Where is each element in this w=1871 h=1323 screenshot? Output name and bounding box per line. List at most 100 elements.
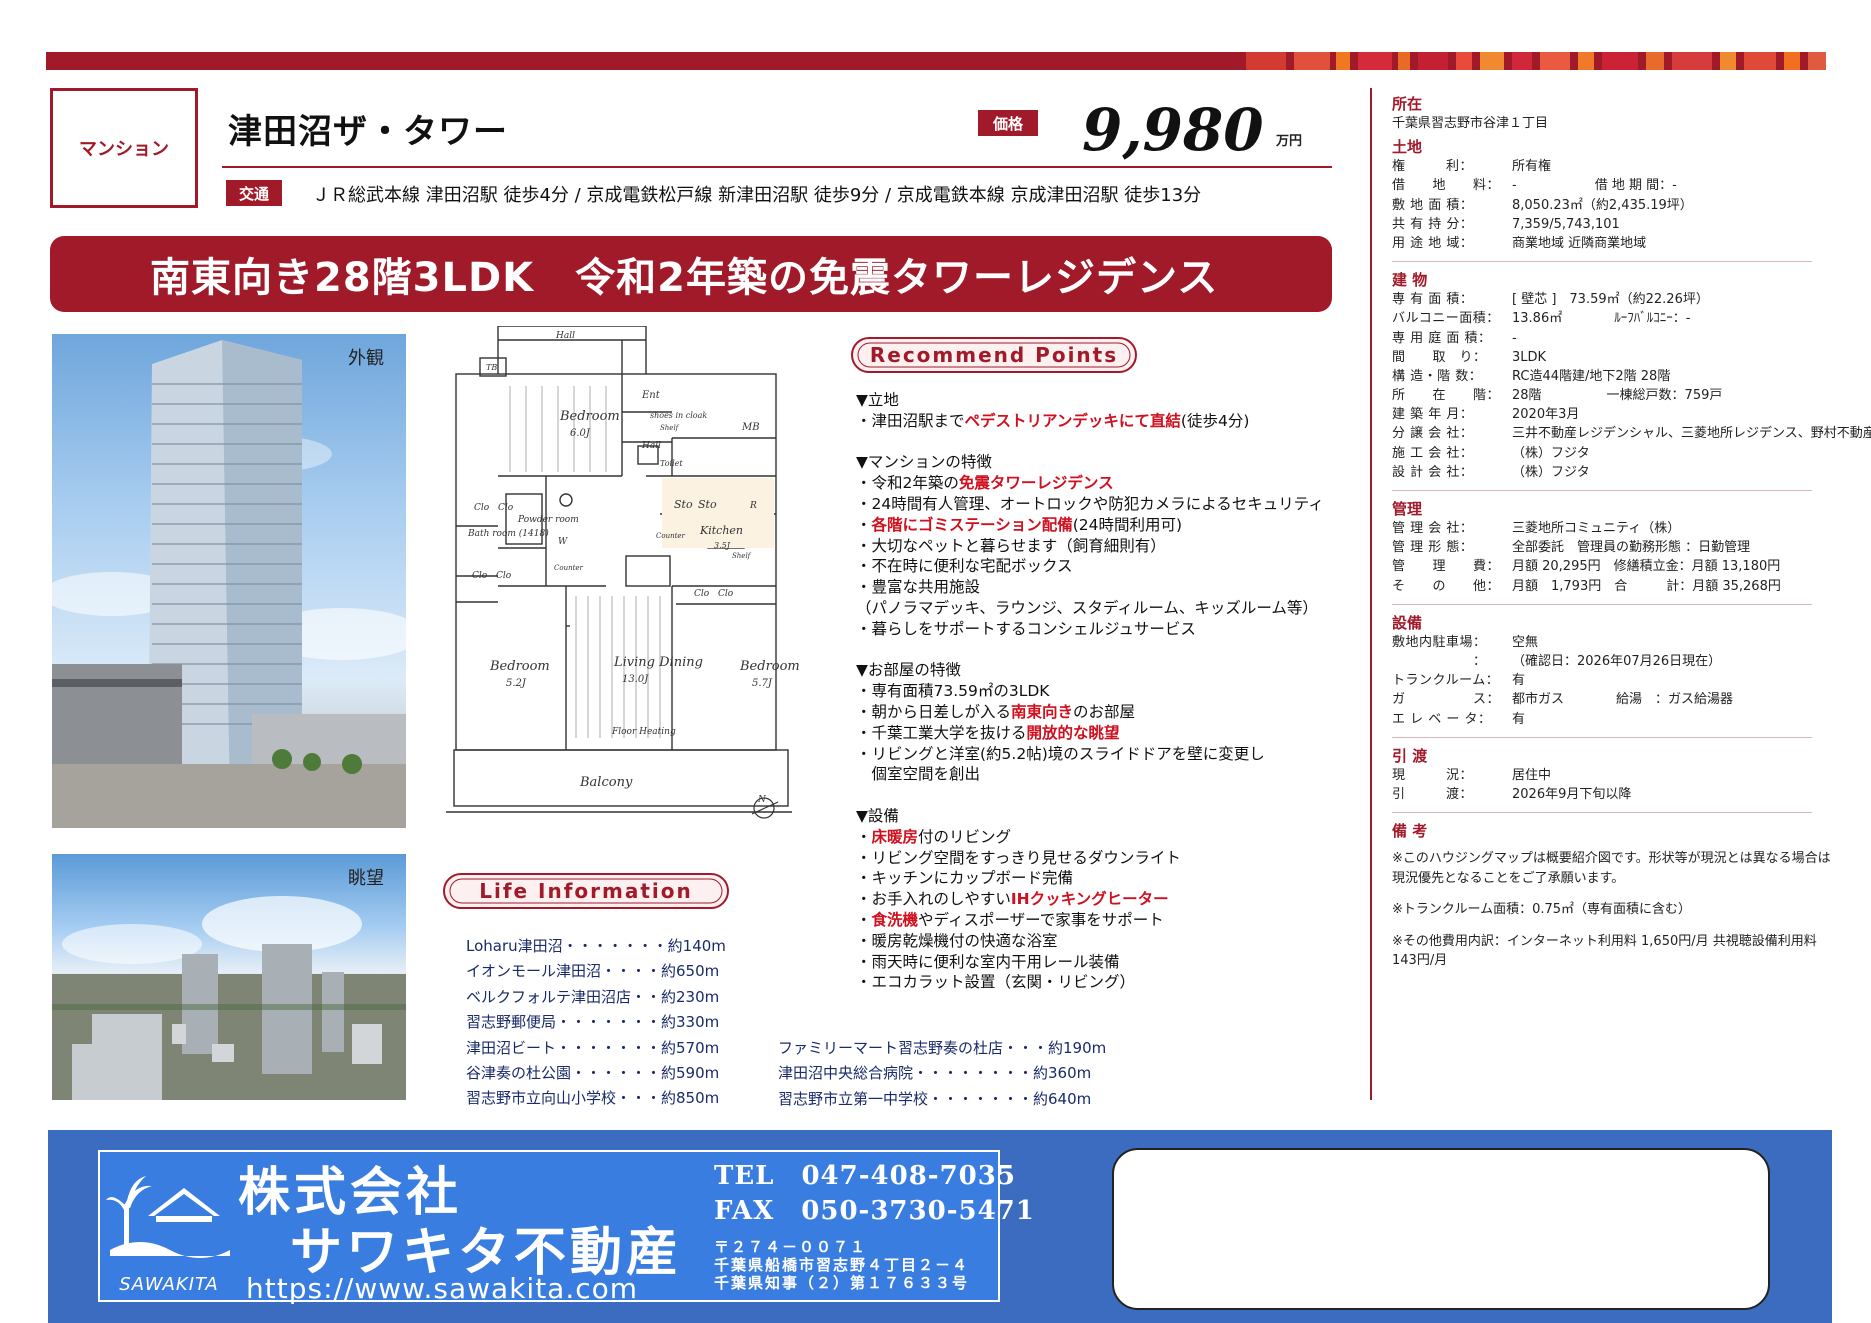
detail-row: 専 有 面 積： [ 壁芯 ] 73.59㎡（約22.26坪） [1392,290,1832,309]
life-item: 津田沼ビート・・・・・・・約570m [466,1038,720,1057]
detail-key: ガ ス： [1392,692,1501,708]
headline-banner: 南東向き28階3LDK 令和2年築の免震タワーレジデンス [50,236,1332,312]
detail-key: トランクルーム： [1392,673,1500,689]
detail-row: 専 用 庭 面 積： - [1392,329,1832,348]
recommend-point: ・専有面積73.59㎡の3LDK [856,681,1326,702]
floor-plan-label: MB [741,422,760,433]
floor-plan-label: Sto [698,498,717,511]
detail-value: [ 壁芯 ] 73.59㎡（約22.26坪） [1512,292,1709,308]
section-location: 所在 千葉県習志野市谷津１丁目 [1392,94,1832,133]
detail-value: 3LDK [1512,349,1547,365]
detail-key: 建 築 年 月： [1392,407,1474,423]
detail-value: 月額 20,295円 修繕積立金：月額 13,180円 [1512,559,1781,575]
section-separator [1392,603,1812,605]
recommend-point: ・24時間有人管理、オートロックや防犯カメラによるセキュリティ [856,494,1326,515]
detail-row: 借 地 料： - 借 地 期 間：- [1392,176,1832,195]
company-logo-text: SAWAKITA [119,1274,219,1295]
remark-note: ※このハウジングマップは概要紹介図です。形状等が現況とは異なる場合は現況優先とな… [1392,851,1831,886]
detail-key: そ の 他： [1392,578,1501,594]
floor-plan-label: Hall [555,331,575,341]
price-unit: 万円 [1276,134,1303,149]
recommend-title: Recommend Points [869,343,1119,367]
floor-plan-label: Clo [496,571,512,581]
detail-row: ガ ス： 都市ガス 給湯 ：ガス給湯器 [1392,690,1832,709]
recommend-point: ・暖房乾燥機付の快適な浴室 [856,931,1326,952]
detail-value: 居住中 [1512,767,1552,783]
section-title: 設備 [1392,613,1423,632]
floor-plan-label: Counter [656,532,686,540]
section-title: 引 渡 [1392,746,1428,765]
point-text: ・リビングと洋室(約5.2帖)境のスライドドアを壁に変更し [856,744,1265,763]
floor-plan-label: W [558,537,568,547]
detail-value: （株）フジタ [1512,445,1590,461]
recommend-point: ・大切なペットと暮らせます（飼育細則有） [856,536,1326,557]
life-item: ベルクフォルテ津田沼店・・約230m [466,987,720,1006]
detail-value: 都市ガス 給湯 ：ガス給湯器 [1512,692,1734,708]
section-separator [1392,490,1812,491]
detail-value: 有 [1512,711,1526,727]
phone-number[interactable]: TEL 047-408-7035 [714,1155,1016,1192]
recommend-point: （パノラマデッキ、ラウンジ、スタディルーム、キッズルーム等） [856,598,1326,619]
price-label: 価格 [978,110,1038,136]
fax-number: FAX 050-3730-5471 [714,1196,1035,1226]
detail-value: 2026年9月下旬以降 [1512,786,1632,802]
section-separator [1392,812,1812,814]
detail-key: 専 用 庭 面 積： [1392,330,1492,346]
points-spacer [856,785,1326,806]
recommend-points-list: ▼立地 ・津田沼駅までペデストリアンデッキにて直結(徒歩4分) ▼マンションの特徴・… [856,390,1326,993]
detail-key: 設 計 会 社： [1392,464,1474,480]
detail-key: 構 造・階 数： [1392,368,1483,384]
highlight-text: 免震タワーレジデンス [958,474,1114,493]
remark-note: ※その他費用内訳：インターネット利用料 1,650円/月 共視聴設備利用料143… [1392,933,1817,969]
company-website-link[interactable]: https://www.sawakita.com [246,1272,638,1305]
sidebar-divider [1370,88,1372,1100]
floor-plan-label: Hall [641,441,661,451]
point-text: ・暮らしをサポートするコンシェルジュサービス [856,619,1196,638]
property-details-sidebar: 所在 千葉県習志野市谷津１丁目 土地権 利： 所有権借 地 料： - 借 地 期 間… [1392,94,1871,983]
section-title: 備 考 [1392,822,1428,841]
point-text: ・リビング空間をすっきり見せるダウンライト [856,848,1181,867]
point-text: ・ [856,910,872,929]
point-text: ・エコカラット設置（玄関・リビング） [856,973,1136,992]
detail-key: 所 在 階： [1392,388,1501,404]
detail-value: 三菱地所コミュニティ（株） [1512,521,1681,536]
detail-value: - 借 地 期 間：- [1512,178,1677,194]
floor-plan-label: 5.7J [752,678,773,689]
detail-row: 千葉県習志野市谷津１丁目 [1392,114,1832,133]
section-facilities: 設備 敷地内駐車場： 空無 ： （確認日：2026年07月26日現在） トランクルーム：… [1392,613,1832,729]
life-info-left-list: Loharu津田沼・・・・・・・約140m イオンモール津田沼・・・・約650m… [466,934,726,1112]
floor-plan-label: N [757,795,767,805]
recommend-point: ・豊富な共用施設 [856,577,1326,598]
detail-key: 管 理 費： [1392,559,1501,575]
recommend-point: ・食洗機やディスポーザーで家事をサポート [856,910,1326,931]
point-text: ・キッチンにカップボード完備 [856,869,1074,888]
point-text: ・雨天時に便利な室内干用レール装備 [856,952,1120,971]
life-info-title: Life Information [479,879,693,903]
floor-plan-label: Bedroom [739,659,800,674]
floor-plan-label: Balcony [579,775,633,790]
life-info-right-list: ファミリーマート習志野奏の杜店・・・約190m 津田沼中央総合病院・・・・・・・… [778,1036,1106,1112]
detail-row: 用 途 地 域： 商業地域 近隣商業地域 [1392,234,1832,253]
title-divider [222,166,1332,168]
detail-key: 間 取 り： [1392,349,1487,365]
detail-value: （株）フジタ [1512,464,1590,480]
point-text: ・令和2年築の [856,474,959,493]
recommend-point: ・キッチンにカップボード完備 [856,868,1326,889]
point-text: のお部屋 [1073,702,1136,721]
point-text: ・ [856,827,872,846]
point-text: ▼設備 [856,806,899,825]
detail-key: 分 譲 会 社： [1392,426,1474,442]
recommend-point: ▼立地 [856,390,1326,411]
detail-row: 間 取 り： 3LDK [1392,348,1832,367]
floor-plan-label: shoes in cloak [650,411,707,420]
recommend-point: ▼設備 [856,806,1326,827]
recommend-point: ・暮らしをサポートするコンシェルジュサービス [856,619,1326,640]
point-text: ・豊富な共用施設 [856,578,981,597]
floor-plan-label: Counter [554,564,584,572]
recommend-point: ・千葉工業大学を抜ける開放的な眺望 [856,723,1326,744]
detail-key: 借 地 料： [1392,178,1501,194]
recommend-point: ・リビング空間をすっきり見せるダウンライト [856,848,1326,869]
detail-value: 商業地域 近隣商業地域 [1512,235,1647,251]
floor-plan-label: Toilet [660,459,683,468]
traffic-text: ＪＲ総武本線 津田沼駅 徒歩4分 / 京成電鉄松戸線 新津田沼駅 徒歩9分 / … [312,185,1202,206]
